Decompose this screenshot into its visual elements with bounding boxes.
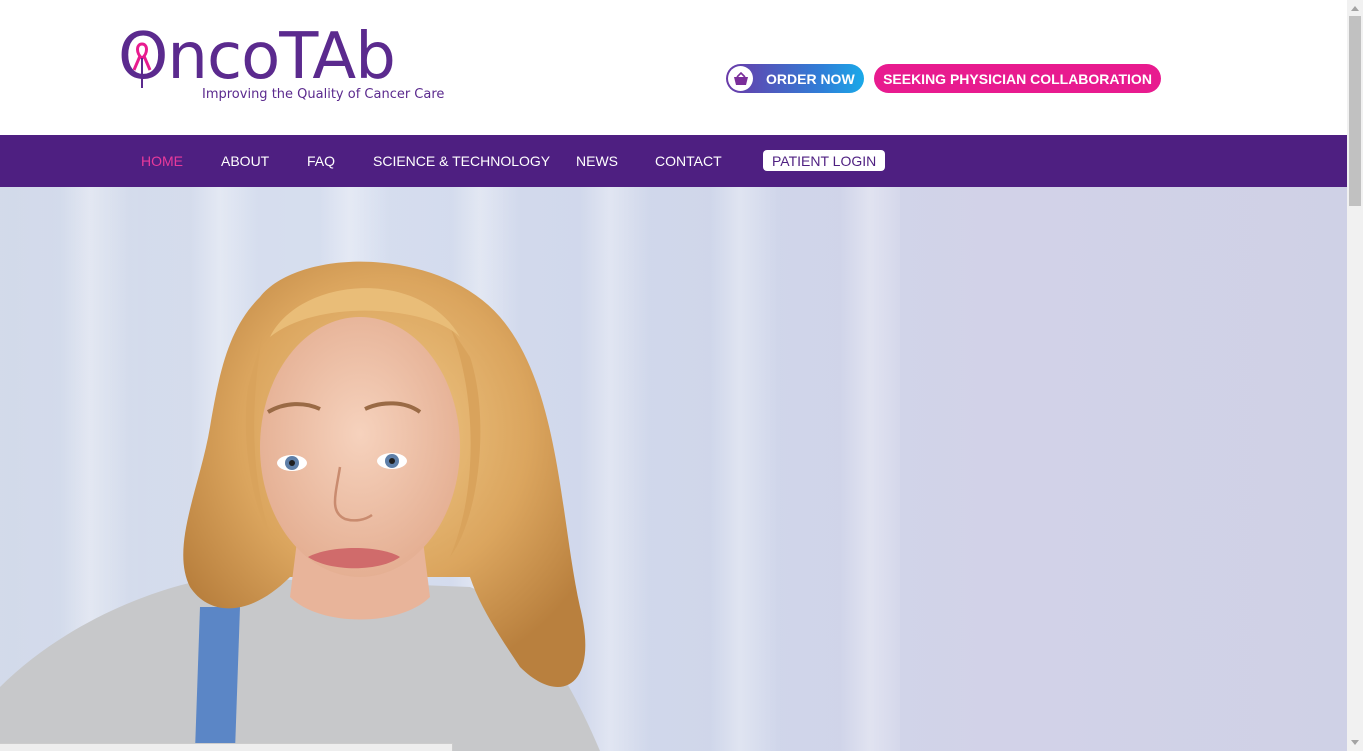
- nav-item-about[interactable]: ABOUT: [221, 135, 269, 187]
- basket-icon: [728, 66, 753, 91]
- logo-wordmark: OncoTAb: [118, 20, 396, 94]
- logo-tagline: Improving the Quality of Cancer Care: [202, 87, 445, 102]
- nav-item-faq[interactable]: FAQ: [307, 135, 335, 187]
- order-now-label: ORDER NOW: [766, 70, 855, 87]
- nav-item-home[interactable]: HOME: [141, 135, 183, 187]
- scroll-up-arrow-icon[interactable]: [1347, 0, 1363, 16]
- awareness-ribbon-icon: [132, 42, 152, 88]
- scrollbar-thumb[interactable]: [1349, 16, 1361, 206]
- order-now-button[interactable]: ORDER NOW: [726, 64, 864, 93]
- hero-caption-strip: [0, 743, 453, 751]
- site-header: OncoTAb Improving the Quality of Cancer …: [0, 0, 1347, 135]
- site-logo[interactable]: OncoTAb Improving the Quality of Cancer …: [118, 22, 448, 112]
- page-scrollbar[interactable]: [1347, 0, 1363, 751]
- nav-item-news[interactable]: NEWS: [576, 135, 618, 187]
- nav-item-contact[interactable]: CONTACT: [655, 135, 722, 187]
- hero-portrait-image: [0, 261, 600, 751]
- scroll-down-arrow-icon[interactable]: [1347, 735, 1363, 751]
- patient-login-button[interactable]: PATIENT LOGIN: [763, 150, 886, 171]
- nav-item-science-technology[interactable]: SCIENCE & TECHNOLOGY: [373, 135, 550, 187]
- physician-collaboration-button[interactable]: SEEKING PHYSICIAN COLLABORATION: [874, 64, 1161, 93]
- page: OncoTAb Improving the Quality of Cancer …: [0, 0, 1347, 751]
- hero-banner: [0, 187, 1347, 751]
- main-nav: HOME ABOUT FAQ SCIENCE & TECHNOLOGY NEWS…: [0, 135, 1347, 187]
